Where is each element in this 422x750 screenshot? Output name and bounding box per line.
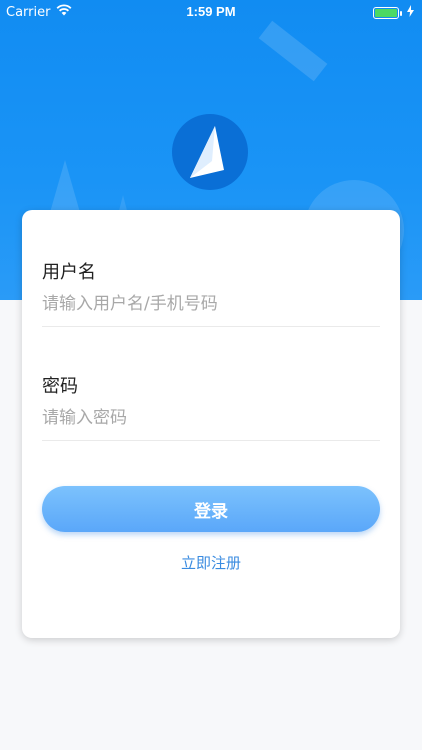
username-input[interactable] — [42, 288, 380, 320]
decor-slab — [258, 20, 328, 82]
login-button[interactable]: 登录 — [42, 486, 380, 532]
battery-fill — [375, 9, 397, 17]
register-link[interactable]: 立即注册 — [22, 552, 400, 573]
username-field: 用户名 — [42, 258, 380, 328]
status-right — [373, 5, 414, 21]
username-divider — [42, 326, 380, 327]
password-field: 密码 — [42, 372, 380, 442]
status-time: 1:59 PM — [186, 4, 236, 19]
battery-icon — [373, 7, 402, 19]
username-label: 用户名 — [42, 262, 96, 283]
app-logo-icon — [172, 114, 248, 190]
password-label: 密码 — [42, 376, 78, 397]
status-bar: Carrier 1:59 PM — [0, 0, 422, 24]
bolt-icon — [407, 5, 414, 21]
login-card: 用户名 密码 登录 立即注册 — [22, 210, 400, 638]
password-input[interactable] — [42, 402, 380, 434]
password-divider — [42, 440, 380, 441]
